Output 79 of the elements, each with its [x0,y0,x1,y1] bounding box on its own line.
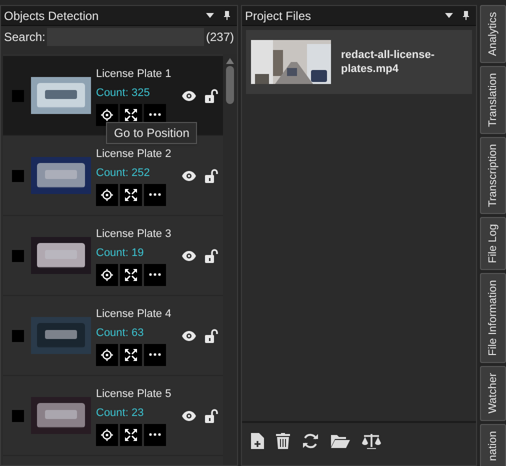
more-button[interactable] [144,264,166,286]
dropdown-icon[interactable] [206,12,214,18]
more-button[interactable] [144,184,166,206]
expand-button[interactable] [120,344,142,366]
unlocked-icon[interactable] [205,248,219,262]
crosshair-icon [101,268,113,280]
object-title: License Plate 3 [96,226,172,242]
result-count: (237) [206,29,234,46]
refresh-icon[interactable] [302,433,319,449]
go-to-position-button[interactable] [96,344,118,366]
file-name: redact-all-license-plates.mp4 [341,48,436,76]
object-count: Count: 252 [96,166,150,180]
checkbox[interactable] [12,410,24,422]
dropdown-icon[interactable] [445,12,453,18]
eye-icon[interactable] [182,250,196,260]
crosshair-icon [101,108,113,120]
unlocked-icon[interactable] [205,88,219,102]
checkbox[interactable] [12,250,24,262]
object-title: License Plate 5 [96,386,172,402]
pin-icon[interactable] [224,11,230,20]
side-tab[interactable]: Translation [480,66,506,134]
crosshair-icon [101,348,113,360]
object-count: Count: 23 [96,406,144,420]
go-to-position-button[interactable] [96,184,118,206]
expand-button[interactable] [120,424,142,446]
object-title: License Plate 4 [96,306,172,322]
scrollbar[interactable] [223,54,237,465]
crosshair-icon [101,428,113,440]
scroll-up-icon[interactable] [226,58,234,64]
unlocked-icon[interactable] [205,168,219,182]
more-button[interactable] [144,424,166,446]
eye-icon[interactable] [182,330,196,340]
expand-button[interactable] [120,184,142,206]
folder-icon[interactable] [331,434,350,448]
checkbox[interactable] [12,90,24,102]
more-icon [149,273,161,276]
search-label: Search: [4,29,46,46]
go-to-position-button[interactable] [96,424,118,446]
more-icon [149,353,161,356]
side-tab[interactable]: Analytics [480,5,506,64]
panel-title: Objects Detection [4,8,100,24]
unlocked-icon[interactable] [205,408,219,422]
new-file-icon[interactable] [251,433,264,449]
side-tab[interactable]: File Information [480,273,506,364]
eye-icon[interactable] [182,170,196,180]
checkbox[interactable] [12,330,24,342]
go-to-position-button[interactable] [96,104,118,126]
eye-icon[interactable] [182,410,196,420]
object-count: Count: 325 [96,86,150,100]
go-to-position-button[interactable] [96,264,118,286]
expand-icon [125,348,137,360]
more-icon [149,113,161,116]
object-title: License Plate 2 [96,146,172,162]
scales-icon[interactable] [362,433,381,449]
expand-icon [125,108,137,120]
scroll-thumb[interactable] [226,66,234,104]
more-button[interactable] [144,344,166,366]
expand-icon [125,188,137,200]
pin-icon[interactable] [463,11,469,20]
panel-title: Project Files [245,8,312,24]
object-count: Count: 63 [96,326,144,340]
side-tab[interactable]: Transcription [480,137,506,214]
file-item[interactable]: redact-all-license-plates.mp4 [246,30,472,94]
object-title: License Plate 1 [96,66,172,82]
crosshair-icon [101,188,113,200]
trash-icon[interactable] [276,433,290,449]
unlocked-icon[interactable] [205,328,219,342]
side-tab[interactable]: nation [480,424,506,466]
expand-icon [125,428,137,440]
expand-icon [125,268,137,280]
more-icon [149,193,161,196]
expand-button[interactable] [120,264,142,286]
eye-icon[interactable] [182,90,196,100]
checkbox[interactable] [12,170,24,182]
side-tab[interactable]: Watcher [480,366,506,421]
object-count: Count: 19 [96,246,144,260]
side-tab[interactable]: File Log [480,217,506,270]
more-icon [149,433,161,436]
tooltip: Go to Position [106,122,198,144]
